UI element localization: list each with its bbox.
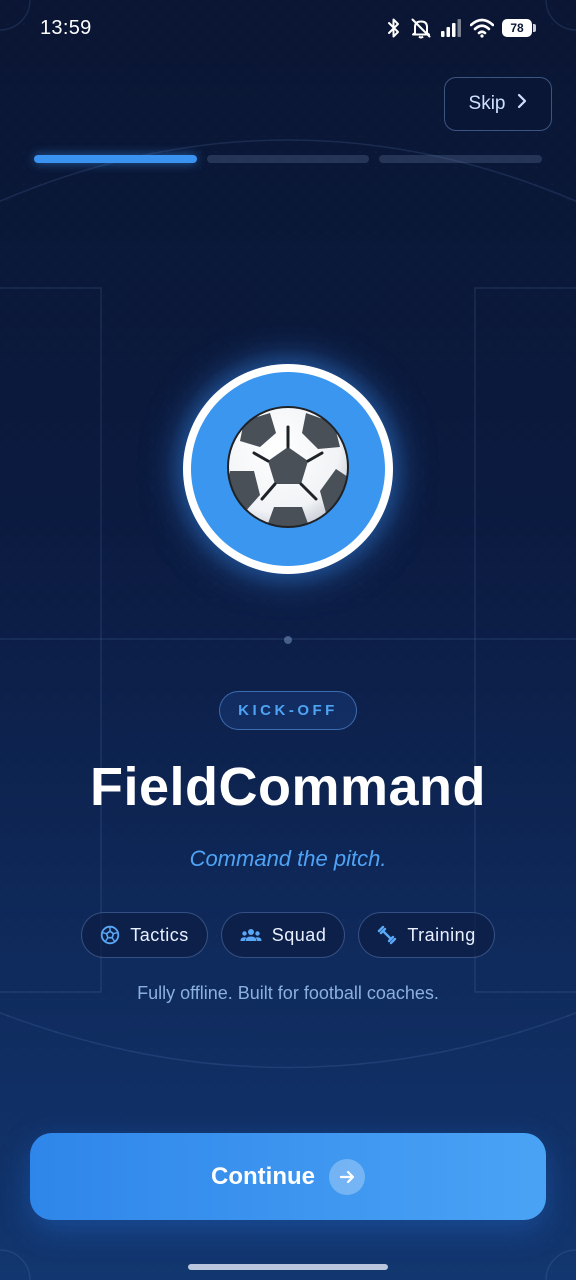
home-indicator[interactable] (188, 1264, 388, 1270)
onboarding-screen: 13:59 78 Skip KICK-OFF FieldCommand Comm… (0, 0, 576, 1280)
status-time: 13:59 (40, 16, 92, 39)
arrow-right-icon (328, 1158, 365, 1195)
tagline: Command the pitch. (189, 846, 387, 871)
progress-step-1 (34, 155, 197, 163)
feature-chip-label: Squad (271, 924, 327, 945)
onboarding-progress (34, 155, 543, 163)
offline-subtitle: Fully offline. Built for football coache… (137, 983, 439, 1003)
wifi-icon (470, 18, 494, 38)
bell-off-icon (410, 17, 432, 39)
progress-step-2 (206, 155, 370, 163)
continue-label: Continue (211, 1162, 315, 1190)
feature-chip-training: Training (358, 912, 495, 958)
chevron-right-icon (517, 93, 527, 115)
skip-label: Skip (468, 93, 506, 114)
status-icons: 78 (386, 17, 536, 39)
football-icon (100, 925, 120, 945)
dumbbell-icon (377, 925, 397, 945)
skip-button[interactable]: Skip (444, 77, 552, 131)
status-bar: 13:59 78 (0, 0, 576, 56)
continue-button[interactable]: Continue (30, 1133, 546, 1220)
battery-icon: 78 (502, 19, 536, 37)
progress-step-3 (379, 155, 543, 163)
soccer-ball-icon (224, 403, 352, 536)
app-title: FieldCommand (89, 757, 487, 817)
feature-chip-tactics: Tactics (81, 912, 208, 958)
pitch-center-dot (284, 636, 292, 644)
feature-chip-label: Training (407, 924, 476, 945)
hero-icon-circle (191, 372, 385, 566)
battery-level: 78 (502, 19, 532, 37)
signal-icon (440, 18, 462, 38)
feature-chips: Tactics Squad Training (0, 912, 576, 958)
feature-chip-squad: Squad (220, 912, 346, 958)
bluetooth-icon (386, 17, 402, 39)
people-icon (240, 926, 262, 944)
feature-chip-label: Tactics (130, 924, 189, 945)
kickoff-badge: KICK-OFF (219, 691, 357, 730)
